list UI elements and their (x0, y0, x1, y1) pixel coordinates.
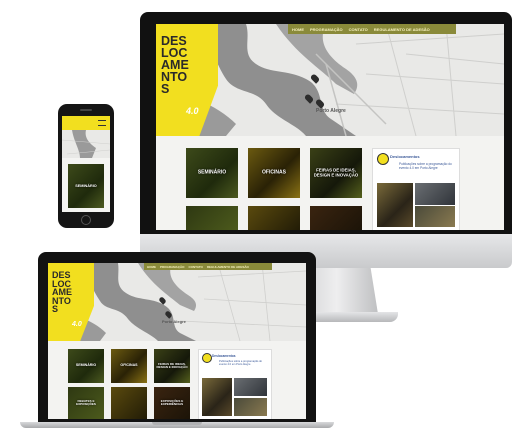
tile-label: DEBATES E EXPOSIÇÕES (76, 398, 96, 406)
nav-item-programacao[interactable]: PROGRAMAÇÃO (310, 27, 343, 32)
nav-item-contato[interactable]: CONTATO (349, 27, 368, 32)
phone-map (62, 130, 110, 158)
nav-item-regulamento[interactable]: REGULAMENTO DE ADESÃO (374, 27, 430, 32)
tile-label: EXPOSIÇÕES E EXPERIÊNCIAS (160, 398, 184, 406)
post-photo[interactable] (202, 378, 232, 416)
laptop-screen: Porto Alegre DES LOC AME NTO S 4.0 HOME … (48, 263, 306, 419)
post-photo[interactable] (234, 398, 267, 416)
phone-home-button[interactable] (81, 215, 91, 225)
page-logo-icon (377, 153, 389, 165)
nav-item-home[interactable]: HOME (147, 265, 156, 269)
menu-icon[interactable] (98, 120, 106, 126)
top-nav: HOME PROGRAMAÇÃO CONTATO REGULAMENTO DE … (144, 263, 272, 270)
nav-item-home[interactable]: HOME (292, 27, 304, 32)
social-page-name[interactable]: Deslocamentos (212, 354, 236, 358)
laptop-notch (152, 422, 202, 425)
tile-feiras[interactable]: FEIRAS DE IDEIAS, DESIGN E INOVAÇÃO (310, 148, 362, 198)
brand-number: 4.0 (186, 106, 199, 116)
brand-title: DES LOC AME NTO S (52, 271, 72, 314)
tile-exposicoes[interactable]: EXPOSIÇÕES E EXPERIÊNCIAS (154, 387, 190, 419)
page-logo-icon (202, 353, 212, 363)
social-feed-widget[interactable]: Deslocamentos Publicações sobre a progra… (372, 148, 460, 230)
phone-header (62, 116, 110, 130)
tile-label: OFICINAS (262, 169, 286, 176)
phone-speaker (80, 109, 92, 111)
phone-screen: SEMINÁRIO (62, 116, 110, 212)
social-page-name[interactable]: Deslocamentos (390, 154, 420, 159)
laptop: Porto Alegre DES LOC AME NTO S 4.0 HOME … (20, 252, 334, 430)
tile-debates[interactable]: DEBATES E EXPOSIÇÕES (68, 387, 104, 419)
tile-row2[interactable] (111, 387, 147, 419)
brand-number: 4.0 (72, 321, 82, 328)
brand-title: DES LOC AME NTO S (161, 35, 189, 96)
smartphone: SEMINÁRIO (58, 104, 114, 228)
tile-feiras[interactable]: FEIRAS DE IDEIAS, DESIGN E INOVAÇÃO (154, 349, 190, 383)
social-feed-widget[interactable]: Deslocamentos Publicações sobre a progra… (198, 349, 272, 419)
social-post-text: Publicações sobre a programação do event… (399, 162, 452, 170)
nav-item-programacao[interactable]: PROGRAMAÇÃO (160, 265, 185, 269)
top-nav: HOME PROGRAMAÇÃO CONTATO REGULAMENTO DE … (288, 24, 456, 34)
brand-title-line: S (161, 81, 170, 96)
nav-item-contato[interactable]: CONTATO (189, 265, 203, 269)
tile-row2[interactable] (248, 206, 300, 230)
tile-label: FEIRAS DE IDEIAS, DESIGN E INOVAÇÃO (156, 361, 188, 369)
tile-label: SEMINÁRIO (75, 184, 97, 189)
tile-oficinas[interactable]: OFICINAS (248, 148, 300, 198)
tile-label: SEMINÁRIO (75, 363, 97, 368)
post-photo[interactable] (415, 206, 455, 227)
tile-seminario[interactable]: SEMINÁRIO (68, 349, 104, 383)
post-photo[interactable] (377, 183, 413, 227)
phone-tile-seminario[interactable]: SEMINÁRIO (68, 164, 104, 208)
map-city-label: Porto Alegre (162, 319, 186, 324)
social-post-text: Publicações sobre a programação do event… (219, 360, 262, 366)
nav-item-regulamento[interactable]: REGULAMENTO DE ADESÃO (207, 265, 249, 269)
tile-row2[interactable] (186, 206, 238, 230)
tile-oficinas[interactable]: OFICINAS (111, 349, 147, 383)
desktop-screen: Porto Alegre DES LOC AME NTO S 4.0 HOME … (156, 24, 504, 230)
brand-title-line: S (52, 304, 59, 315)
tile-label: OFICINAS (120, 363, 138, 368)
post-photo[interactable] (415, 183, 455, 205)
tile-label: FEIRAS DE IDEIAS, DESIGN E INOVAÇÃO (313, 167, 359, 177)
tile-seminario[interactable]: SEMINÁRIO (186, 148, 238, 198)
tile-label: SEMINÁRIO (197, 169, 227, 176)
post-photo[interactable] (234, 378, 267, 396)
tile-row2[interactable] (310, 206, 362, 230)
